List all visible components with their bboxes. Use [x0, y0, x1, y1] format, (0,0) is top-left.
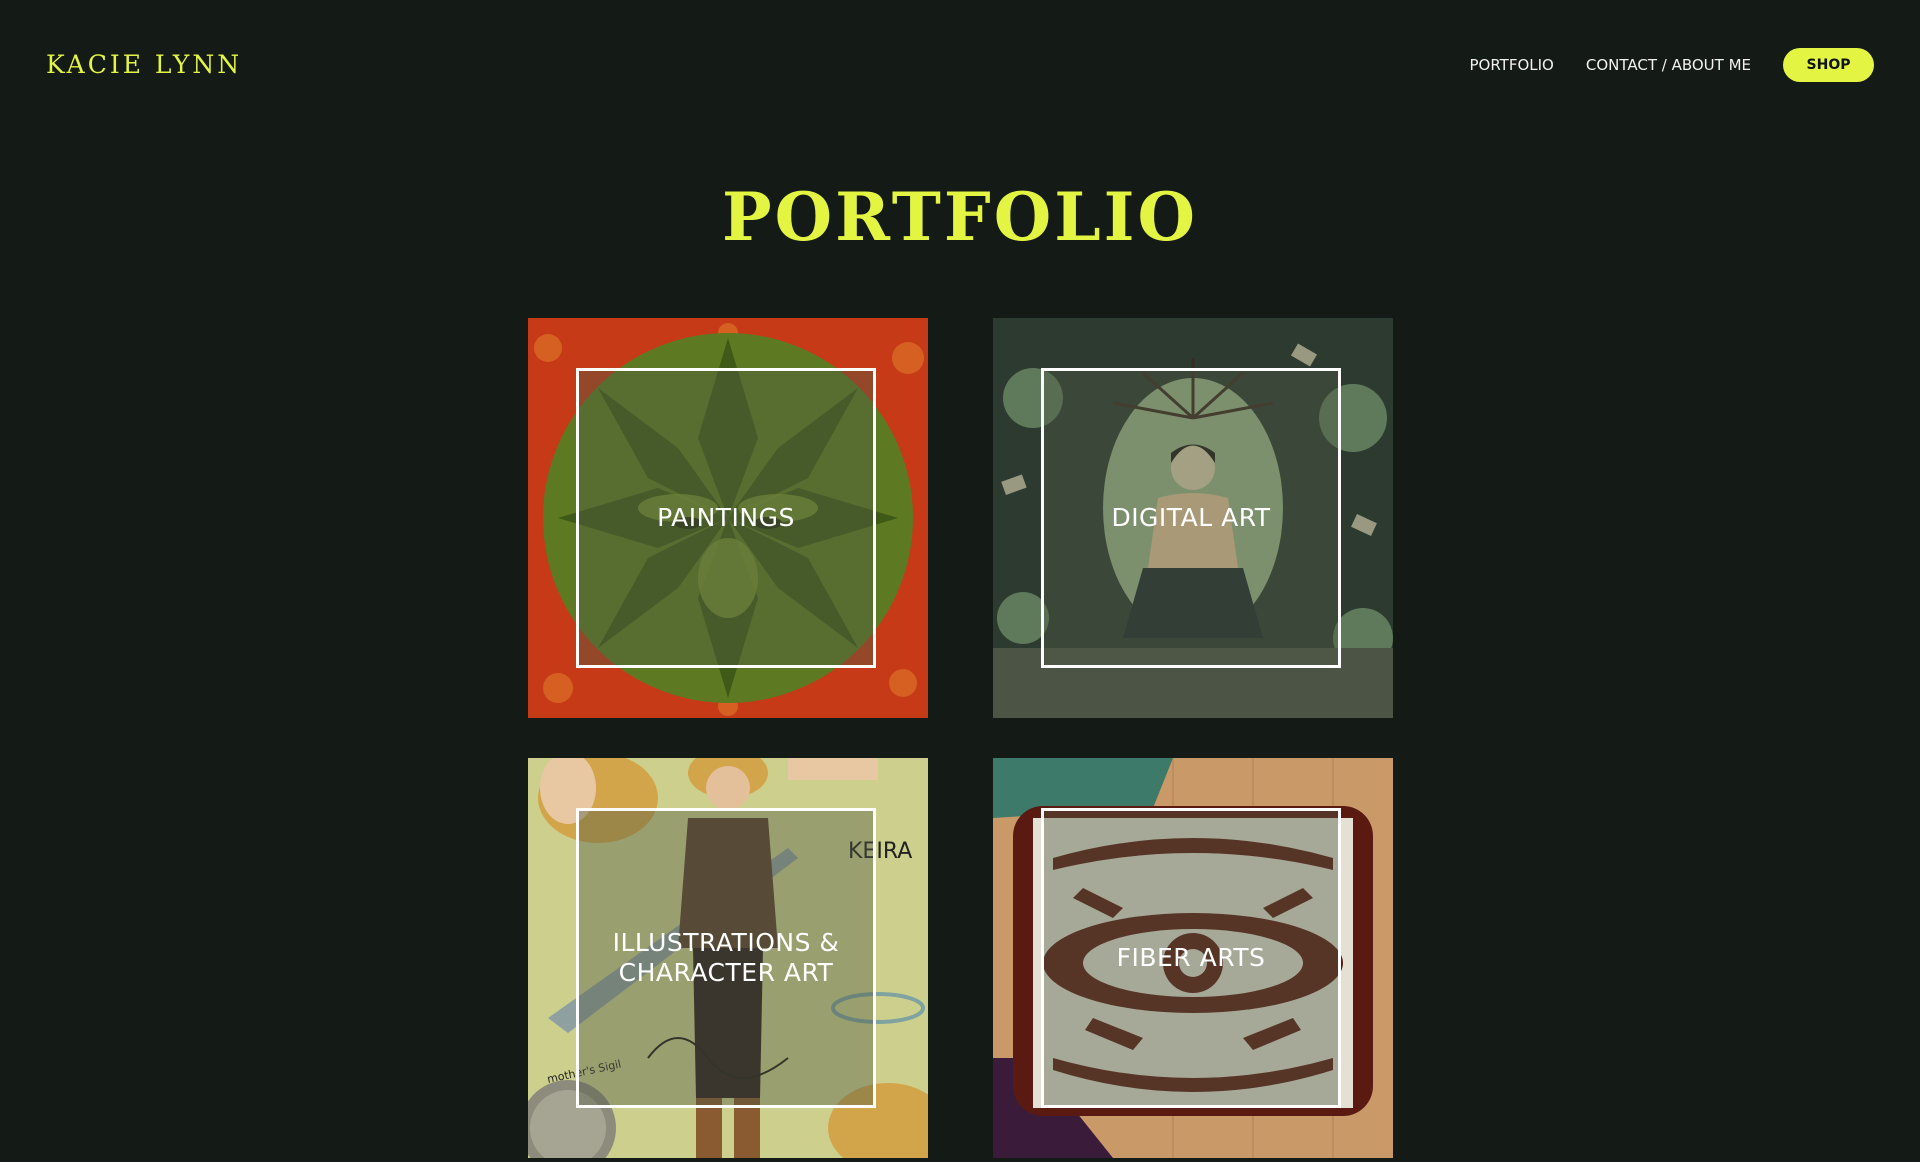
site-header: KACIE LYNN PORTFOLIO CONTACT / ABOUT ME …	[0, 0, 1920, 130]
tile-illustrations-frame: ILLUSTRATIONS & CHARACTER ART	[576, 808, 876, 1108]
tile-paintings-label: PAINTINGS	[657, 503, 795, 532]
tile-digital-art-label: DIGITAL ART	[1111, 503, 1271, 532]
tile-paintings[interactable]: PAINTINGS	[528, 318, 928, 718]
tile-digital-art-frame: DIGITAL ART	[1041, 368, 1341, 668]
main-nav: PORTFOLIO CONTACT / ABOUT ME SHOP	[1437, 48, 1874, 82]
tile-paintings-frame: PAINTINGS	[576, 368, 876, 668]
tile-illustrations-label: ILLUSTRATIONS & CHARACTER ART	[612, 928, 840, 987]
portfolio-grid: PAINTINGS DIGITAL ART KEIRA mother's Sig…	[528, 318, 1393, 1158]
nav-contact-about[interactable]: CONTACT / ABOUT ME	[1586, 56, 1751, 74]
shop-button[interactable]: SHOP	[1783, 48, 1874, 82]
tile-digital-art[interactable]: DIGITAL ART	[993, 318, 1393, 718]
site-logo[interactable]: KACIE LYNN	[46, 50, 242, 79]
tile-fiber-arts-label: FIBER ARTS	[1116, 943, 1266, 972]
page-title: PORTFOLIO	[721, 178, 1199, 256]
tile-fiber-arts[interactable]: FIBER ARTS	[993, 758, 1393, 1158]
nav-portfolio[interactable]: PORTFOLIO	[1469, 56, 1553, 74]
tile-fiber-arts-frame: FIBER ARTS	[1041, 808, 1341, 1108]
tile-illustrations[interactable]: KEIRA mother's Sigil ILLUSTRATIONS & CHA…	[528, 758, 928, 1158]
